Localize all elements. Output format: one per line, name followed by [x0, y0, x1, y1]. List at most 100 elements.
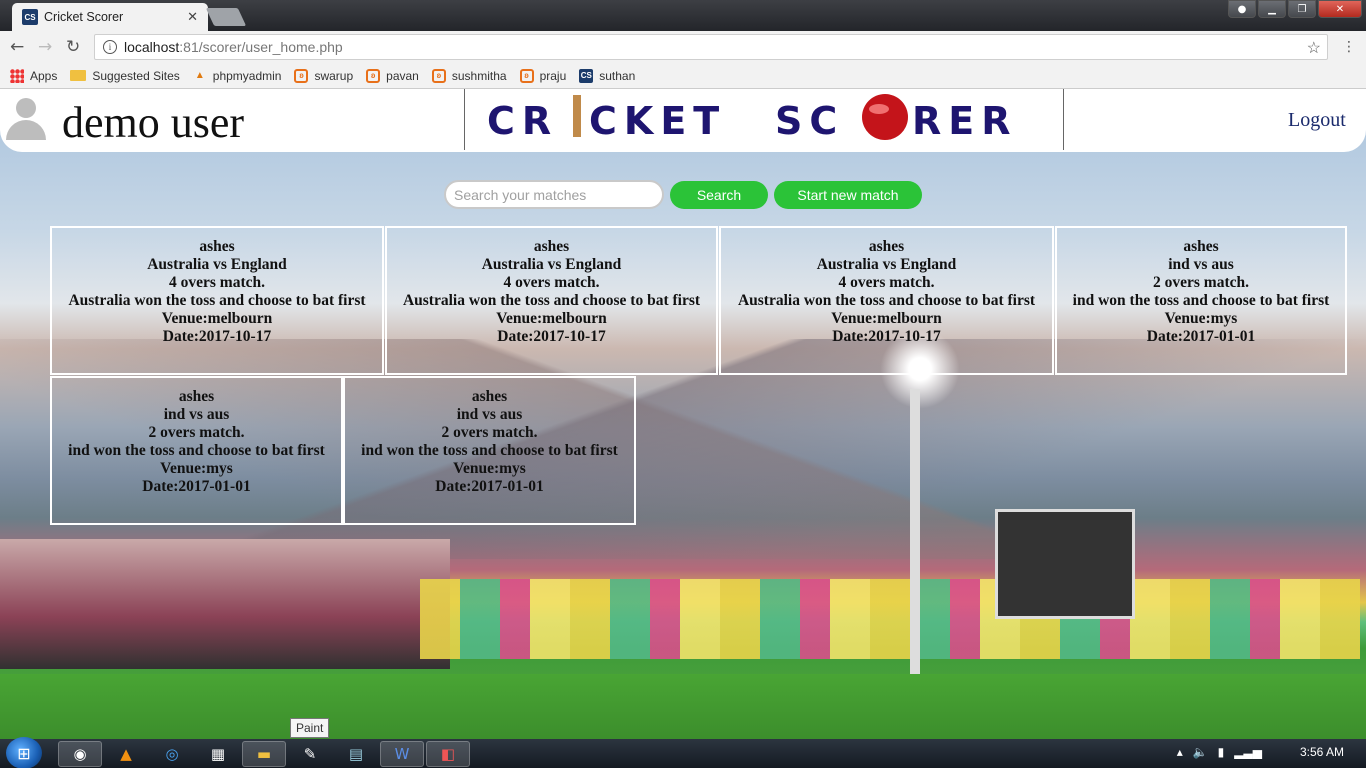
match-date: Date:2017-01-01	[435, 478, 544, 495]
bookmark-apps[interactable]: Apps	[10, 68, 58, 83]
control-panel-icon[interactable]: ▦	[196, 741, 240, 767]
ball-shine	[869, 104, 889, 114]
volume-icon[interactable]: 🔈	[1193, 745, 1208, 759]
battery-icon[interactable]: ▮	[1218, 745, 1225, 759]
notepad-icon[interactable]: ▤	[334, 741, 378, 767]
forward-arrow-icon[interactable]: →	[38, 37, 52, 57]
match-overs: 4 overs match.	[503, 274, 600, 291]
logout-link[interactable]: Logout	[1288, 109, 1346, 132]
close-window-button[interactable]: ✕	[1318, 0, 1362, 18]
match-card[interactable]: ashes Australia vs England 4 overs match…	[385, 226, 718, 375]
bookmark-label: swarup	[314, 68, 354, 83]
logo-text-cricket: CR	[487, 99, 558, 143]
bookmark-star-icon[interactable]: ☆	[1307, 38, 1321, 58]
new-tab-button[interactable]	[205, 8, 247, 26]
user-profile-icon[interactable]: ●	[1228, 0, 1256, 18]
match-date: Date:2017-10-17	[162, 328, 272, 345]
xampp-icon: ʚ	[519, 68, 534, 83]
tray-arrow-icon[interactable]: ▴	[1177, 745, 1183, 759]
bookmark-label: praju	[539, 68, 567, 83]
match-overs: 2 overs match.	[441, 424, 538, 441]
cricket-ball-icon	[862, 94, 908, 140]
match-venue: Venue:mys	[453, 460, 526, 477]
match-toss: Australia won the toss and choose to bat…	[68, 292, 366, 309]
bookmark-suggested-sites[interactable]: Suggested Sites	[70, 68, 180, 83]
match-overs: 2 overs match.	[148, 424, 245, 441]
paint-icon[interactable]: ✎	[288, 741, 332, 767]
taskbar-tooltip: Paint	[290, 718, 330, 738]
phpmyadmin-icon: ▲	[194, 70, 205, 81]
start-new-match-button[interactable]: Start new match	[774, 181, 922, 209]
background-scoreboard	[995, 509, 1135, 619]
bookmark-pavan[interactable]: ʚ pavan	[366, 68, 419, 83]
logo-text-cricket-end: CKET	[589, 99, 726, 143]
presentation-icon[interactable]: ◧	[426, 741, 470, 767]
chrome-icon[interactable]: ◉	[58, 741, 102, 767]
minimize-button[interactable]: ▁	[1258, 0, 1286, 18]
site-header: demo user CR CKET SC RER Logout	[0, 89, 1366, 152]
match-card[interactable]: ashes Australia vs England 4 overs match…	[719, 226, 1054, 375]
signal-icon[interactable]: ▂▃▅	[1234, 745, 1262, 759]
browser-icon[interactable]: ◎	[150, 741, 194, 767]
url-host: localhost	[124, 39, 180, 55]
match-venue: Venue:melbourn	[161, 310, 273, 327]
match-date: Date:2017-10-17	[497, 328, 606, 345]
background-field	[0, 674, 1366, 739]
bookmark-swarup[interactable]: ʚ swarup	[294, 68, 354, 83]
match-venue: Venue:melbourn	[496, 310, 607, 327]
cricket-scorer-logo: CR CKET SC RER	[487, 94, 1017, 143]
clock[interactable]: 3:56 AM	[1300, 745, 1344, 759]
folder-icon	[70, 70, 87, 81]
username: demo user	[62, 98, 245, 147]
reload-icon[interactable]: ↻	[66, 37, 80, 57]
logo-text-scorer-end: RER	[912, 99, 1017, 143]
tab-title: Cricket Scorer	[44, 10, 124, 24]
word-icon[interactable]: W	[380, 741, 424, 767]
info-icon[interactable]: i	[103, 40, 117, 54]
windows-taskbar: ⊞ ◉ ▲ ◎ ▦ ▬ ✎ ▤ W ◧ ▴ 🔈 ▮ ▂▃▅ 3:56 AM	[0, 737, 1366, 768]
match-teams: Australia vs England	[481, 256, 622, 273]
match-series: ashes	[533, 238, 570, 255]
back-arrow-icon[interactable]: ←	[10, 37, 24, 57]
avatar-icon	[6, 98, 46, 140]
menu-kebab-icon[interactable]: ⋮	[1342, 39, 1356, 55]
match-card[interactable]: ashes ind vs aus 2 overs match. ind won …	[50, 376, 343, 525]
explorer-icon[interactable]: ▬	[242, 741, 286, 767]
match-overs: 4 overs match.	[169, 274, 265, 291]
browser-tab[interactable]: CS Cricket Scorer ✕	[12, 3, 208, 31]
close-tab-icon[interactable]: ✕	[187, 9, 198, 25]
bookmark-phpmyadmin[interactable]: ▲ phpmyadmin	[193, 69, 282, 83]
start-button[interactable]: ⊞	[6, 737, 42, 768]
match-card[interactable]: ashes Australia vs England 4 overs match…	[50, 226, 384, 375]
bookmark-suthan[interactable]: CS suthan	[579, 68, 635, 83]
site-logo: CR CKET SC RER	[464, 89, 1064, 150]
browser-titlebar: CS Cricket Scorer ✕ ● ▁ ❐ ✕	[0, 0, 1366, 31]
search-button[interactable]: Search	[670, 181, 768, 209]
search-input[interactable]	[444, 180, 664, 209]
system-tray: ▴ 🔈 ▮ ▂▃▅ 3:56 AM	[1177, 745, 1344, 759]
match-teams: Australia vs England	[816, 256, 957, 273]
match-teams: Australia vs England	[147, 256, 287, 273]
bookmark-label: Apps	[30, 68, 58, 83]
match-series: ashes	[1183, 238, 1219, 255]
match-date: Date:2017-10-17	[832, 328, 941, 345]
match-card[interactable]: ashes ind vs aus 2 overs match. ind won …	[343, 376, 636, 525]
bookmark-praju[interactable]: ʚ praju	[519, 68, 567, 83]
cs-favicon-icon: CS	[22, 9, 38, 25]
bookmark-label: Suggested Sites	[92, 68, 180, 83]
match-toss: Australia won the toss and choose to bat…	[737, 292, 1036, 309]
bookmark-sushmitha[interactable]: ʚ sushmitha	[431, 68, 507, 83]
bookmark-label: pavan	[386, 68, 419, 83]
xampp-icon: ʚ	[366, 68, 381, 83]
bookmark-label: sushmitha	[451, 68, 507, 83]
match-teams: ind vs aus	[456, 406, 523, 423]
url-path: :81/scorer/user_home.php	[179, 39, 343, 55]
match-card[interactable]: ashes ind vs aus 2 overs match. ind won …	[1055, 226, 1347, 375]
bookmarks-bar: Apps Suggested Sites ▲ phpmyadmin ʚ swarup…	[0, 63, 1366, 89]
vlc-icon[interactable]: ▲	[104, 741, 148, 767]
address-bar[interactable]: i localhost:81/scorer/user_home.php ☆	[94, 34, 1328, 60]
match-toss: ind won the toss and choose to bat first	[68, 442, 325, 459]
match-toss: ind won the toss and choose to bat first	[361, 442, 618, 459]
background-pavilion	[0, 539, 450, 669]
maximize-button[interactable]: ❐	[1288, 0, 1316, 18]
